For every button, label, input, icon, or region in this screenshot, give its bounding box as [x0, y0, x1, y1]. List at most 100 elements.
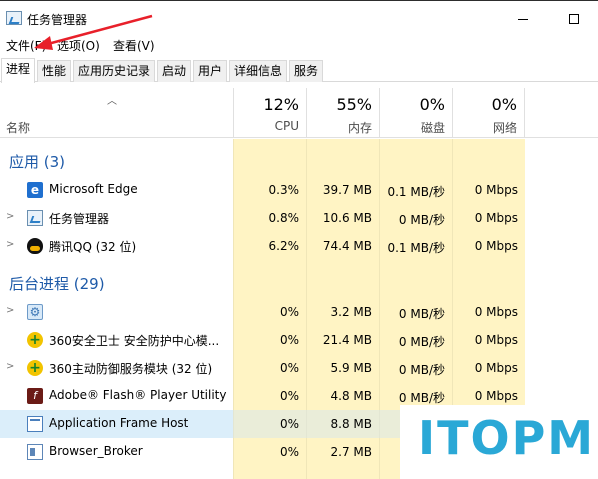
menu-bar: 文件(F) 选项(O) 查看(V): [0, 34, 598, 56]
process-memory: 4.8 MB: [330, 389, 372, 403]
process-name: 任务管理器: [49, 212, 110, 226]
flash-icon: f: [27, 388, 43, 404]
process-cpu: 0.3%: [268, 183, 300, 197]
group-header-apps: 应用 (3): [0, 146, 233, 174]
watermark-text: ITOPM: [418, 411, 596, 465]
task-manager-icon: [27, 210, 43, 226]
gear-icon: ⚙: [27, 304, 43, 320]
360-icon: +: [27, 360, 43, 376]
process-network: 0 Mbps: [474, 305, 518, 319]
process-cpu: 0%: [279, 333, 299, 347]
col-name[interactable]: 名称: [6, 119, 30, 136]
process-disk: 0 MB/秒: [398, 335, 445, 349]
process-network: 0 Mbps: [474, 333, 518, 347]
360-icon: +: [27, 332, 43, 348]
task-manager-icon: [6, 11, 22, 25]
process-name-cell: > +360主动防御服务模块 (32 位): [0, 354, 233, 382]
minimize-icon: [518, 19, 528, 20]
process-name: Browser_Broker: [49, 444, 143, 458]
column-header: ︿ 名称 12% CPU 55% 内存 0% 磁盘 0% 网络: [0, 88, 598, 138]
tab-app-history[interactable]: 应用历史记录: [73, 60, 155, 82]
process-memory: 3.2 MB: [330, 305, 372, 319]
process-memory: 10.6 MB: [322, 211, 372, 225]
process-cpu: 0.8%: [268, 211, 300, 225]
memory-total: 55%: [336, 95, 372, 114]
process-cpu: 0%: [279, 305, 299, 319]
process-name: Adobe® Flash® Player Utility: [49, 388, 227, 402]
window-icon: [27, 444, 43, 460]
process-disk: 0.1 MB/秒: [387, 185, 445, 199]
expand-chevron-icon[interactable]: >: [6, 239, 14, 250]
process-memory: 8.8 MB: [330, 417, 372, 431]
process-row[interactable]: > ⚙ 0% 3.2 MB 0 MB/秒 0 Mbps: [0, 298, 598, 326]
maximize-icon: [569, 14, 579, 24]
disk-label: 磁盘: [420, 121, 445, 135]
process-network: 0 Mbps: [474, 239, 518, 253]
process-memory: 2.7 MB: [330, 445, 372, 459]
process-name-cell: Browser_Broker: [0, 438, 233, 466]
process-name: 360主动防御服务模块 (32 位): [49, 362, 213, 376]
process-cpu: 0%: [279, 445, 299, 459]
col-cpu[interactable]: 12% CPU: [233, 88, 306, 138]
process-cpu: 0%: [279, 417, 299, 431]
process-memory: 39.7 MB: [322, 183, 372, 197]
cpu-total: 12%: [263, 95, 299, 114]
process-name-cell: > 腾讯QQ (32 位): [0, 232, 233, 260]
frame-icon: [27, 416, 43, 432]
minimize-button[interactable]: [500, 8, 546, 30]
process-name-cell: f Adobe® Flash® Player Utility: [0, 382, 233, 410]
process-name-cell: e Microsoft Edge: [0, 176, 233, 204]
process-row[interactable]: > +360主动防御服务模块 (32 位) 0% 5.9 MB 0 MB/秒 0 Mbps: [0, 354, 598, 382]
process-cpu: 6.2%: [268, 239, 300, 253]
expand-chevron-icon[interactable]: >: [6, 361, 14, 372]
menu-file[interactable]: 文件(F): [6, 37, 46, 54]
group-label-apps: 应用 (3): [9, 153, 66, 171]
network-total: 0%: [491, 95, 517, 114]
watermark: ITOPM: [400, 405, 598, 479]
process-network: 0 Mbps: [474, 183, 518, 197]
sort-up-icon[interactable]: ︿: [107, 92, 117, 107]
process-disk: 0.1 MB/秒: [387, 241, 445, 255]
tab-details[interactable]: 详细信息: [229, 60, 287, 82]
disk-total: 0%: [419, 95, 445, 114]
edge-icon: e: [27, 182, 43, 198]
title-bar: 任务管理器: [0, 0, 598, 34]
process-cpu: 0%: [279, 389, 299, 403]
process-memory: 5.9 MB: [330, 361, 372, 375]
tab-processes[interactable]: 进程: [1, 58, 35, 83]
maximize-button[interactable]: [552, 8, 598, 30]
tab-services[interactable]: 服务: [289, 60, 323, 82]
process-name-cell: > 任务管理器: [0, 204, 233, 232]
network-label: 网络: [492, 121, 517, 135]
process-name: Application Frame Host: [49, 416, 189, 430]
process-row[interactable]: +360安全卫士 安全防护中心模... 0% 21.4 MB 0 MB/秒 0 Mbps: [0, 326, 598, 354]
group-label-background: 后台进程 (29): [9, 275, 105, 293]
process-name: 腾讯QQ (32 位): [49, 240, 137, 254]
cpu-label: CPU: [274, 119, 299, 133]
expand-chevron-icon[interactable]: >: [6, 211, 14, 222]
process-row[interactable]: > 腾讯QQ (32 位) 6.2% 74.4 MB 0.1 MB/秒 0 Mbps: [0, 232, 598, 260]
process-memory: 21.4 MB: [322, 333, 372, 347]
process-row[interactable]: > 任务管理器 0.8% 10.6 MB 0 MB/秒 0 Mbps: [0, 204, 598, 232]
col-disk[interactable]: 0% 磁盘: [379, 88, 452, 138]
process-disk: 0 MB/秒: [398, 307, 445, 321]
expand-chevron-icon[interactable]: >: [6, 305, 14, 316]
col-network[interactable]: 0% 网络: [452, 88, 525, 138]
memory-label: 内存: [347, 121, 372, 135]
process-name-cell: Application Frame Host: [0, 410, 233, 438]
process-disk: 0 MB/秒: [398, 363, 445, 377]
process-cpu: 0%: [279, 361, 299, 375]
process-network: 0 Mbps: [474, 389, 518, 403]
process-name-cell: > ⚙: [0, 298, 233, 326]
process-network: 0 Mbps: [474, 211, 518, 225]
process-disk: 0 MB/秒: [398, 213, 445, 227]
tab-startup[interactable]: 启动: [157, 60, 191, 82]
menu-view[interactable]: 查看(V): [113, 37, 155, 54]
tab-users[interactable]: 用户: [193, 60, 227, 82]
col-memory[interactable]: 55% 内存: [306, 88, 379, 138]
window-title: 任务管理器: [27, 13, 88, 27]
process-row[interactable]: e Microsoft Edge 0.3% 39.7 MB 0.1 MB/秒 0 Mbps: [0, 176, 598, 204]
menu-options[interactable]: 选项(O): [57, 37, 100, 54]
tab-performance[interactable]: 性能: [37, 60, 71, 82]
group-header-background: 后台进程 (29): [0, 268, 233, 296]
